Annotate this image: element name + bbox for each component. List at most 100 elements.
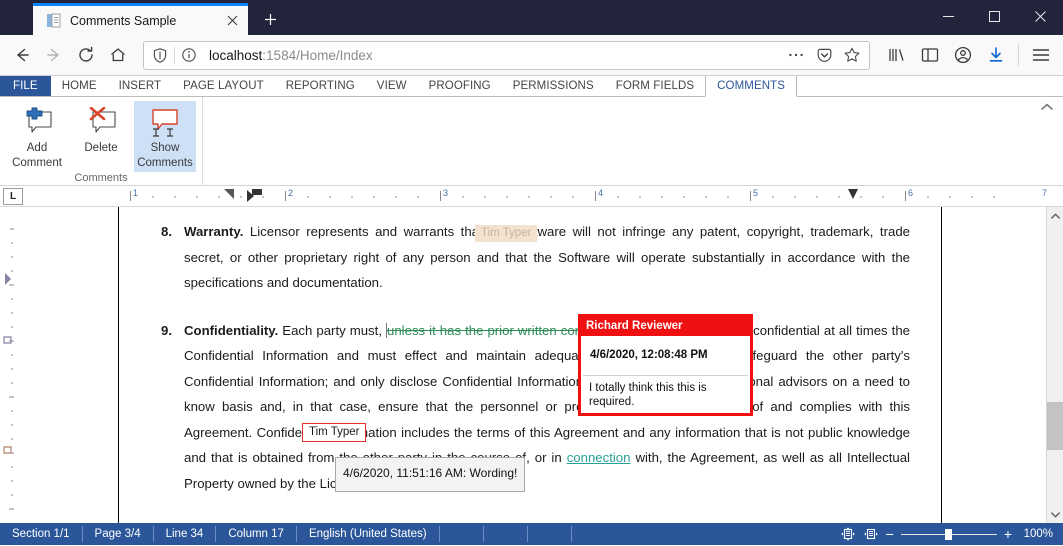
ribbon-tab-file[interactable]: FILE <box>0 76 51 96</box>
show-comments-label-line2: Comments <box>137 157 193 169</box>
add-comment-button[interactable]: Add Comment <box>6 101 68 172</box>
window-maximize-button[interactable] <box>971 0 1017 32</box>
zoom-out-button[interactable]: − <box>886 527 894 541</box>
show-comments-icon <box>148 104 182 140</box>
author-tag-tim-typer-insertion[interactable]: Tim Typer <box>302 423 367 442</box>
vertical-ruler-ticks <box>3 228 14 510</box>
browser-tabstrip: Comments Sample <box>0 0 286 35</box>
ribbon-tab-home[interactable]: HOME <box>51 76 108 96</box>
horizontal-ruler[interactable]: L 1 2 3 4 5 6 7 <box>0 186 1063 207</box>
svg-text:1: 1 <box>133 188 138 198</box>
comment-timestamp: 4/6/2020, 12:08:48 PM <box>583 336 748 376</box>
paragraph-8-number: 8. <box>161 224 172 239</box>
status-cell-7[interactable] <box>484 526 528 542</box>
zoom-in-button[interactable]: + <box>1004 527 1012 541</box>
web-layout-icon[interactable] <box>863 527 879 541</box>
back-arrow-icon[interactable] <box>7 40 37 70</box>
document-text[interactable]: 8. Warranty. Licensor represents and war… <box>150 219 910 523</box>
paragraph-9-text-after: , keep confidential at all times the Con… <box>184 322 910 466</box>
status-page[interactable]: Page 3/4 <box>83 526 154 542</box>
browser-tab[interactable]: Comments Sample <box>33 3 248 35</box>
status-section[interactable]: Section 1/1 <box>0 526 83 542</box>
forward-arrow-icon <box>39 40 69 70</box>
browser-toolbar-right <box>880 40 1056 70</box>
ribbon-tab-page-layout[interactable]: PAGE LAYOUT <box>172 76 275 96</box>
ribbon-collapse-icon[interactable] <box>1041 103 1053 111</box>
ribbon-group-items: Add Comment Delete Show Comments <box>6 97 196 172</box>
vertical-scrollbar[interactable] <box>1046 207 1063 523</box>
browser-navbar: localhost:1584/Home/Index <box>0 35 1063 76</box>
status-line[interactable]: Line 34 <box>154 526 217 542</box>
url-host: localhost <box>209 47 263 63</box>
ruler-ticks: 1 2 3 4 5 6 7 <box>130 188 1047 202</box>
star-icon[interactable] <box>839 43 865 67</box>
zoom-slider[interactable] <box>900 528 997 540</box>
paragraph-8-text: Licensor represents and warrants that th… <box>184 224 910 290</box>
paragraph-8-heading: Warranty. <box>184 224 244 239</box>
scroll-down-button[interactable] <box>1047 506 1063 523</box>
status-cell-8[interactable] <box>528 526 572 542</box>
status-column[interactable]: Column 17 <box>216 526 297 542</box>
ribbon-tab-insert[interactable]: INSERT <box>108 76 173 96</box>
tab-close-icon[interactable] <box>222 11 242 31</box>
svg-text:2: 2 <box>288 188 293 198</box>
zoom-slider-thumb[interactable] <box>944 528 952 540</box>
zoom-level-label[interactable]: 100% <box>1019 528 1053 540</box>
download-arrow-icon[interactable] <box>981 40 1011 70</box>
show-comments-button[interactable]: Show Comments <box>134 101 196 172</box>
url-path: :1584/Home/Index <box>262 47 373 63</box>
paragraph-8-body: Warranty. Licensor represents and warran… <box>184 219 910 296</box>
shield-icon[interactable] <box>148 44 172 66</box>
window-close-button[interactable] <box>1017 0 1063 32</box>
author-tag-tim-typer-deletion[interactable]: Tim Typer <box>475 225 538 242</box>
home-icon[interactable] <box>103 40 133 70</box>
document-scroll-area[interactable]: 8. Warranty. Licensor represents and war… <box>20 207 1063 523</box>
hamburger-menu-icon[interactable] <box>1026 40 1056 70</box>
pocket-icon[interactable] <box>811 43 837 67</box>
info-circle-icon[interactable] <box>177 44 201 66</box>
add-comment-label-line1: Add <box>26 142 48 154</box>
sidebar-icon[interactable] <box>915 40 945 70</box>
delete-comment-icon <box>84 104 118 140</box>
ribbon-tab-reporting[interactable]: REPORTING <box>275 76 366 96</box>
reload-icon[interactable] <box>71 40 101 70</box>
scroll-thumb[interactable] <box>1047 402 1063 450</box>
ribbon-tab-permissions[interactable]: PERMISSIONS <box>502 76 605 96</box>
status-bar: Section 1/1 Page 3/4 Line 34 Column 17 E… <box>0 523 1063 545</box>
ribbon-tab-view[interactable]: VIEW <box>366 76 418 96</box>
delete-comment-button[interactable]: Delete <box>70 101 132 157</box>
document-favicon <box>45 12 62 29</box>
url-bar[interactable]: localhost:1584/Home/Index <box>143 40 870 70</box>
ellipsis-icon[interactable] <box>783 43 809 67</box>
scroll-up-button[interactable] <box>1047 207 1063 224</box>
ribbon-tab-comments[interactable]: COMMENTS <box>705 76 798 97</box>
status-language[interactable]: English (United States) <box>297 526 440 542</box>
ribbon-group-comments: Add Comment Delete Show Comments Comment… <box>0 97 203 185</box>
comment-body: I totally think this this is required. <box>589 381 707 408</box>
paragraph-9-text-before: Each party must, <box>278 322 387 338</box>
paragraph-10-body: Change of Control or Cessation of Operat… <box>184 518 910 523</box>
svg-text:3: 3 <box>443 188 448 198</box>
ribbon-tab-proofing[interactable]: PROOFING <box>418 76 502 96</box>
ribbon-tab-form-fields[interactable]: FORM FIELDS <box>605 76 705 96</box>
comment-author: Richard Reviewer <box>581 317 750 336</box>
paragraph-10-number: 10. <box>150 518 184 523</box>
ribbon-body: Add Comment Delete Show Comments Comment… <box>0 97 1063 186</box>
add-comment-icon <box>20 104 54 140</box>
window-minimize-button[interactable] <box>925 0 971 32</box>
zoom-controls: − + 100% <box>840 527 1063 541</box>
library-icon[interactable] <box>882 40 912 70</box>
url-text[interactable]: localhost:1584/Home/Index <box>203 48 781 63</box>
comment-card[interactable]: Richard Reviewer 4/6/2020, 12:08:48 PM I… <box>578 314 753 416</box>
new-tab-button[interactable] <box>254 4 286 34</box>
print-layout-icon[interactable] <box>840 527 856 541</box>
paragraph-9-heading: Confidentiality. <box>184 322 279 338</box>
paragraph-9-number: 9. <box>161 322 172 338</box>
delete-comment-label: Delete <box>84 142 118 154</box>
vertical-ruler[interactable] <box>0 207 20 523</box>
status-cell-6[interactable] <box>440 526 484 542</box>
account-circle-icon[interactable] <box>948 40 978 70</box>
browser-titlebar: Comments Sample <box>0 0 1063 35</box>
tracked-insertion[interactable]: connection <box>567 450 631 465</box>
paragraph-10: 10. Change of Control or Cessation of Op… <box>150 518 910 523</box>
